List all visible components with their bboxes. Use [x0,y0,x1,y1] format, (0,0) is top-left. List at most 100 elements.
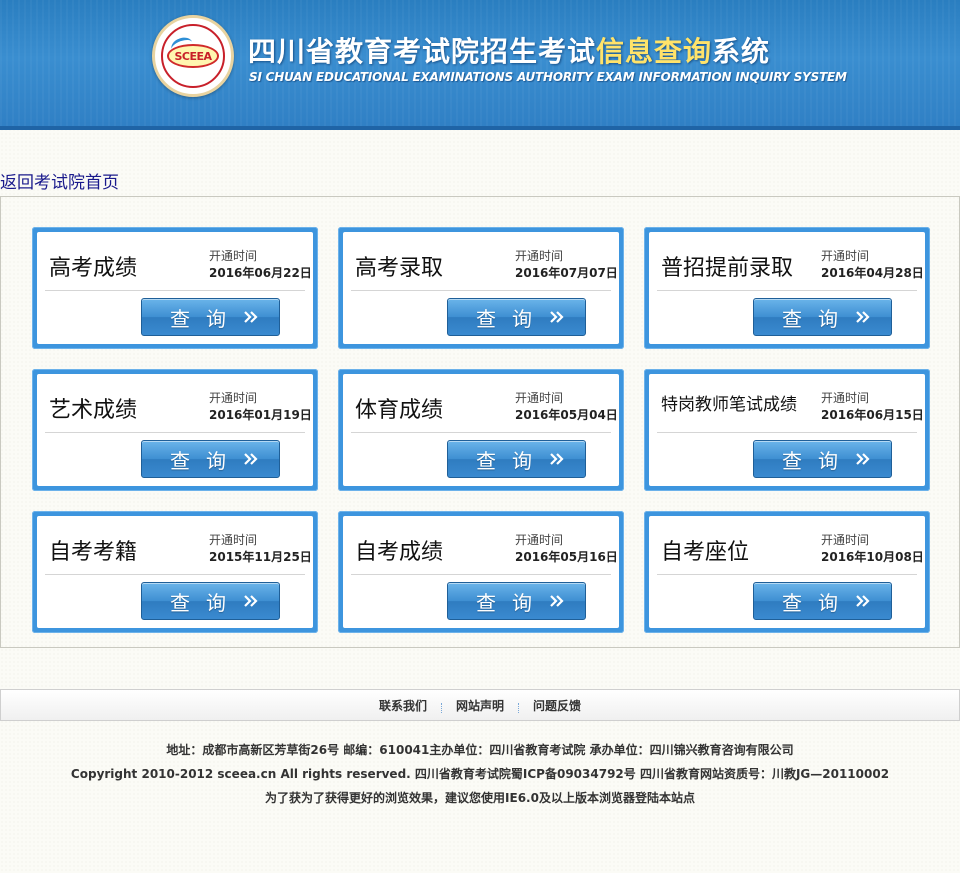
footer-browser-note: 为了获为了获得更好的浏览效果，建议您使用IE6.0及以上版本浏览器登陆本站点 [265,791,695,805]
open-time-date: 2016年06月15日 [821,408,924,422]
card-divider [657,432,917,433]
card-art-score: 艺术成绩 开通时间 2016年01月19日 查询 [32,369,318,491]
query-button[interactable]: 查询 [141,440,280,478]
query-button[interactable]: 查询 [141,298,280,336]
query-button-label: 查询 [170,306,242,331]
query-button-label: 查询 [170,590,242,615]
open-time-date: 2016年07月07日 [515,266,618,280]
card-title: 普招提前录取 [661,256,794,281]
header-banner: SCEEA 四川省教育考试院招生考试信息查询系统 SI CHUAN EDUCAT… [0,0,960,130]
open-time-label: 开通时间 [515,391,564,405]
open-time-date: 2016年04月28日 [821,266,924,280]
footer-address: 地址：成都市高新区芳草街26号 邮编：610041 [166,743,430,757]
open-time-label: 开通时间 [209,533,258,547]
open-time-label: 开通时间 [209,249,258,263]
card-body: 普招提前录取 开通时间 2016年04月28日 查询 [649,232,925,344]
site-title-highlight: 信息查询 [596,35,713,68]
site-title-tail: 系统 [712,35,771,68]
query-button-label: 查询 [782,448,854,473]
card-open-time: 开通时间 2016年01月19日 [209,390,312,424]
card-title: 高考录取 [355,256,444,281]
card-open-time: 开通时间 2016年07月07日 [515,248,618,282]
card-title: 自考座位 [661,540,750,565]
card-title: 特岗教师笔试成绩 [661,395,797,415]
logo-oval: SCEEA [167,44,219,68]
open-time-date: 2015年11月25日 [209,550,312,564]
card-body: 高考成绩 开通时间 2016年06月22日 查询 [37,232,313,344]
footer-link-feedback[interactable]: 问题反馈 [519,697,595,714]
card-open-time: 开通时间 2016年10月08日 [821,532,924,566]
open-time-label: 开通时间 [821,391,870,405]
double-chevron-right-icon [856,311,870,323]
card-divider [657,290,917,291]
query-button-label: 查询 [476,448,548,473]
card-self-study-registry: 自考考籍 开通时间 2015年11月25日 查询 [32,511,318,633]
double-chevron-right-icon [244,311,258,323]
query-button-label: 查询 [782,306,854,331]
double-chevron-right-icon [244,453,258,465]
query-button[interactable]: 查询 [141,582,280,620]
double-chevron-right-icon [550,311,564,323]
back-home-link[interactable]: 返回考试院首页 [0,168,119,193]
card-open-time: 开通时间 2016年06月15日 [821,390,924,424]
card-teacher-exam-score: 特岗教师笔试成绩 开通时间 2016年06月15日 查询 [644,369,930,491]
footer-link-statement[interactable]: 网站声明 [442,697,518,714]
card-body: 体育成绩 开通时间 2016年05月04日 查询 [343,374,619,486]
card-body: 自考座位 开通时间 2016年10月08日 查询 [649,516,925,628]
footer-icp: 蜀ICP备09034792号 四川省教育网站资质号：川教JG—20110002 [510,767,890,781]
card-divider [351,432,611,433]
site-title-en: SI CHUAN EDUCATIONAL EXAMINATIONS AUTHOR… [249,70,847,84]
footer-organizer: 主办单位：四川省教育考试院 承办单位：四川锦兴教育咨询有限公司 [429,743,794,757]
query-button-label: 查询 [170,448,242,473]
sceea-logo: SCEEA [152,15,234,97]
open-time-date: 2016年01月19日 [209,408,312,422]
card-body: 艺术成绩 开通时间 2016年01月19日 查询 [37,374,313,486]
double-chevron-right-icon [856,453,870,465]
card-sports-score: 体育成绩 开通时间 2016年05月04日 查询 [338,369,624,491]
card-divider [657,574,917,575]
card-divider [351,290,611,291]
query-button[interactable]: 查询 [753,582,892,620]
open-time-date: 2016年06月22日 [209,266,312,280]
card-body: 高考录取 开通时间 2016年07月07日 查询 [343,232,619,344]
card-early-admission: 普招提前录取 开通时间 2016年04月28日 查询 [644,227,930,349]
card-body: 自考成绩 开通时间 2016年05月16日 查询 [343,516,619,628]
footer-line-copyright: Copyright 2010-2012 sceea.cn All rights … [0,762,960,786]
open-time-date: 2016年05月04日 [515,408,618,422]
query-button[interactable]: 查询 [447,582,586,620]
card-open-time: 开通时间 2016年04月28日 [821,248,924,282]
double-chevron-right-icon [856,595,870,607]
card-self-study-seat: 自考座位 开通时间 2016年10月08日 查询 [644,511,930,633]
query-button[interactable]: 查询 [753,440,892,478]
card-title: 自考成绩 [355,540,444,565]
card-title: 艺术成绩 [49,398,138,423]
query-button[interactable]: 查询 [753,298,892,336]
query-button-label: 查询 [476,306,548,331]
card-title: 体育成绩 [355,398,444,423]
double-chevron-right-icon [550,595,564,607]
card-divider [351,574,611,575]
footer-line-address: 地址：成都市高新区芳草街26号 邮编：610041主办单位：四川省教育考试院 承… [0,738,960,762]
query-button[interactable]: 查询 [447,298,586,336]
card-self-study-score: 自考成绩 开通时间 2016年05月16日 查询 [338,511,624,633]
footer-link-contact[interactable]: 联系我们 [365,697,441,714]
card-divider [45,432,305,433]
site-title-main: 四川省教育考试院招生考试 [248,35,597,68]
open-time-label: 开通时间 [821,249,870,263]
query-button[interactable]: 查询 [447,440,586,478]
footer-copyright: Copyright 2010-2012 sceea.cn All rights … [70,767,511,781]
query-panel: 高考成绩 开通时间 2016年06月22日 查询 高考录取 开通时间 2016年… [0,196,960,648]
card-body: 自考考籍 开通时间 2015年11月25日 查询 [37,516,313,628]
open-time-label: 开通时间 [515,533,564,547]
double-chevron-right-icon [550,453,564,465]
card-open-time: 开通时间 2016年05月04日 [515,390,618,424]
footer-info: 地址：成都市高新区芳草街26号 邮编：610041主办单位：四川省教育考试院 承… [0,738,960,810]
logo-text: SCEEA [174,49,212,63]
site-title: 四川省教育考试院招生考试信息查询系统 [248,30,770,70]
card-open-time: 开通时间 2016年06月22日 [209,248,312,282]
card-gaokao-score: 高考成绩 开通时间 2016年06月22日 查询 [32,227,318,349]
card-body: 特岗教师笔试成绩 开通时间 2016年06月15日 查询 [649,374,925,486]
card-open-time: 开通时间 2015年11月25日 [209,532,312,566]
query-button-label: 查询 [782,590,854,615]
card-open-time: 开通时间 2016年05月16日 [515,532,618,566]
